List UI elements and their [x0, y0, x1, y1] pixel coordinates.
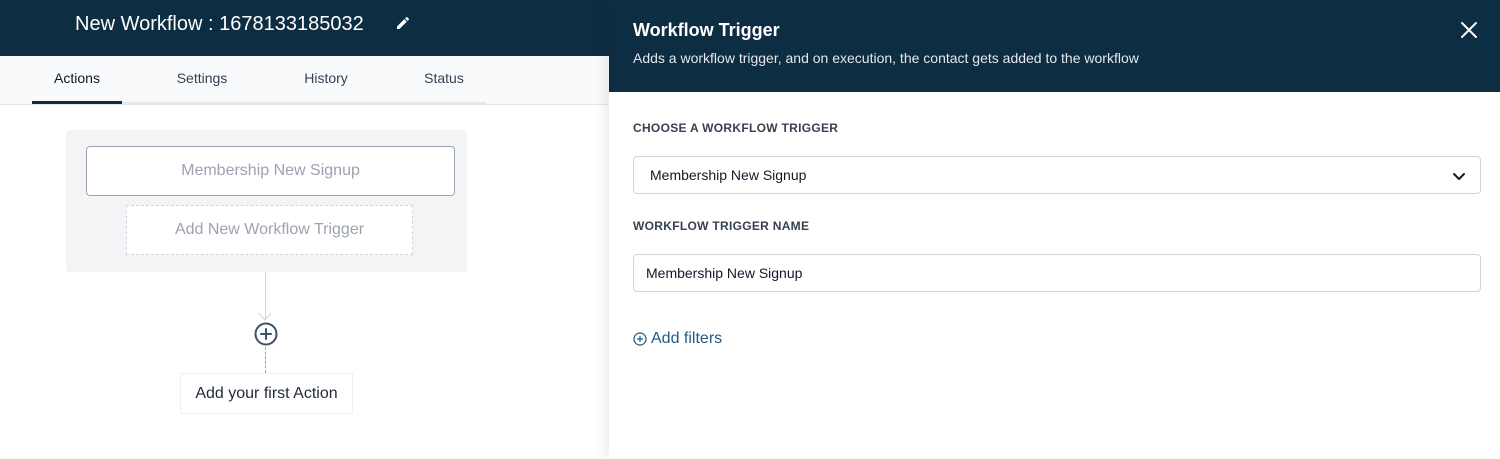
tab-history[interactable]: History: [290, 56, 362, 104]
arrow-head-icon: [258, 312, 272, 321]
drawer-header: Workflow Trigger Adds a workflow trigger…: [609, 0, 1500, 92]
add-step-icon[interactable]: [254, 322, 278, 346]
chevron-down-icon: [1453, 173, 1465, 180]
add-first-action-button[interactable]: Add your first Action: [180, 373, 353, 414]
trigger-name-label: WORKFLOW TRIGGER NAME: [633, 219, 810, 233]
trigger-name-input[interactable]: [633, 254, 1481, 292]
choose-trigger-label: CHOOSE A WORKFLOW TRIGGER: [633, 121, 839, 135]
trigger-select-value: Membership New Signup: [650, 167, 807, 183]
add-trigger-button[interactable]: Add New Workflow Trigger: [126, 205, 413, 255]
add-filters-link[interactable]: Add filters: [633, 330, 722, 348]
workflow-tabs: Actions Settings History Status: [0, 56, 609, 105]
drawer-title: Workflow Trigger: [633, 20, 780, 40]
tab-settings[interactable]: Settings: [160, 56, 244, 104]
plus-circle-icon: [633, 332, 647, 346]
trigger-select[interactable]: Membership New Signup: [633, 156, 1481, 194]
pencil-icon[interactable]: [395, 15, 411, 31]
dashed-connector: [265, 347, 266, 373]
trigger-drawer: Workflow Trigger Adds a workflow trigger…: [609, 0, 1500, 459]
add-filters-label: Add filters: [651, 330, 723, 347]
workflow-title: New Workflow : 1678133185032: [75, 13, 364, 35]
trigger-card[interactable]: Membership New Signup: [86, 146, 455, 196]
drawer-subtitle: Adds a workflow trigger, and on executio…: [633, 50, 1139, 66]
app-header: New Workflow : 1678133185032: [0, 0, 609, 56]
close-icon[interactable]: [1459, 20, 1479, 40]
tab-actions[interactable]: Actions: [32, 56, 122, 104]
tab-status[interactable]: Status: [410, 56, 478, 104]
